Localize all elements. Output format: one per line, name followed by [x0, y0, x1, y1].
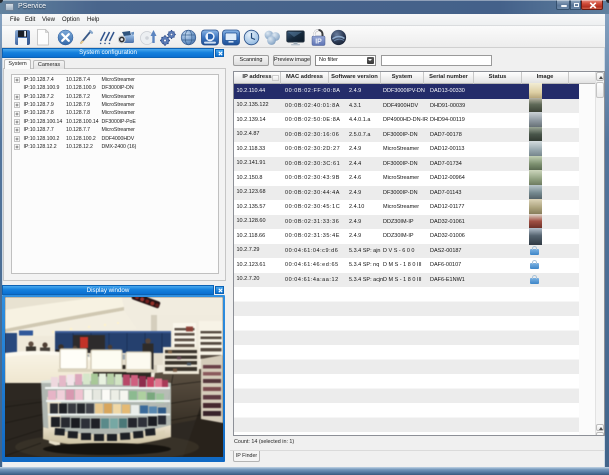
svg-text:IP: IP [315, 38, 322, 45]
